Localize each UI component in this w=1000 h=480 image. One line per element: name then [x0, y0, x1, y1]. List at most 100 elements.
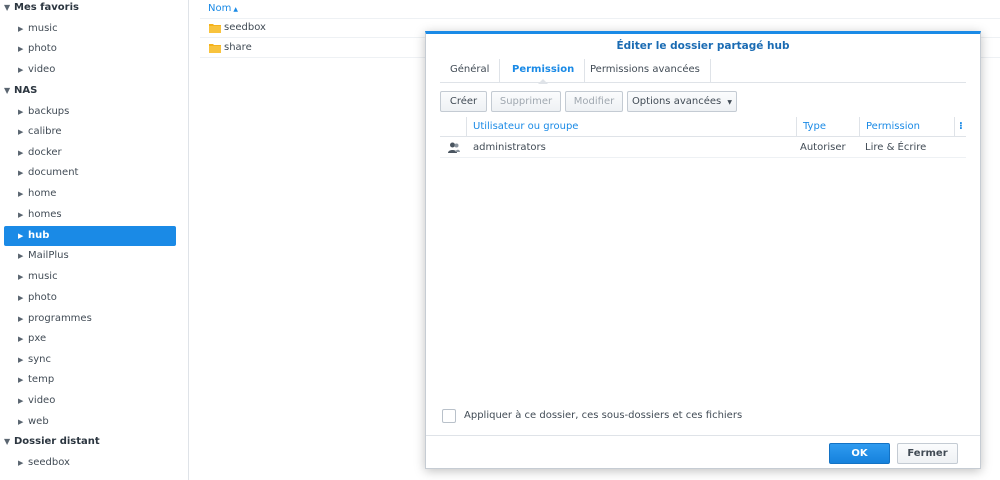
- sidebar-item-remote-seedbox[interactable]: ▶ seedbox: [4, 453, 176, 473]
- edit-shared-folder-dialog: Éditer le dossier partagé hub Général Pe…: [425, 31, 981, 469]
- sidebar-item-label: programmes: [28, 313, 92, 324]
- tab-advanced-permissions[interactable]: Permissions avancées: [580, 59, 711, 83]
- grid-header: Utilisateur ou groupe Type Permission ⁝: [440, 117, 966, 137]
- sidebar-item-temp[interactable]: ▶ temp: [4, 370, 176, 390]
- sidebar-item-hub[interactable]: ▶ hub: [4, 226, 176, 246]
- chevron-down-icon: ▼: [4, 437, 11, 446]
- section-remote-label: Dossier distant: [14, 436, 100, 447]
- chevron-right-icon: ▶: [18, 252, 24, 260]
- sidebar-item-label: document: [28, 167, 79, 178]
- column-header-name[interactable]: Nom ▲: [208, 3, 238, 14]
- sidebar-item-label: sync: [28, 354, 51, 365]
- tab-general[interactable]: Général: [440, 59, 501, 83]
- sidebar-item-label: MailPlus: [28, 250, 69, 261]
- folder-icon: [209, 24, 221, 33]
- advanced-options-button[interactable]: Options avancées ▼: [627, 91, 737, 112]
- table-row[interactable]: administrators Autoriser Lire & Écrire: [440, 137, 966, 158]
- sidebar-item-web[interactable]: ▶ web: [4, 412, 176, 432]
- chevron-right-icon: ▶: [18, 128, 24, 136]
- sidebar-item-label: music: [28, 271, 58, 282]
- group-icon: [448, 142, 460, 153]
- section-nas[interactable]: ▼ NAS: [4, 83, 37, 99]
- create-button[interactable]: Créer: [440, 91, 487, 112]
- chevron-down-icon: ▼: [4, 86, 11, 95]
- section-nas-label: NAS: [14, 85, 38, 96]
- dialog-title: Éditer le dossier partagé hub: [616, 40, 790, 52]
- chevron-right-icon: ▶: [18, 149, 24, 157]
- chevron-right-icon: ▶: [18, 397, 24, 405]
- chevron-right-icon: ▶: [18, 315, 24, 323]
- section-remote[interactable]: ▼ Dossier distant: [4, 434, 100, 450]
- chevron-right-icon: ▶: [18, 232, 24, 240]
- modify-button[interactable]: Modifier: [565, 91, 623, 112]
- tab-permission[interactable]: Permission: [502, 59, 586, 84]
- chevron-right-icon: ▶: [18, 66, 24, 74]
- sidebar-item-label: photo: [28, 292, 57, 303]
- sidebar-item-pxe[interactable]: ▶ pxe: [4, 329, 176, 349]
- file-name: seedbox: [224, 22, 266, 33]
- divider: [426, 435, 980, 436]
- chevron-right-icon: ▶: [18, 459, 24, 467]
- chevron-right-icon: ▶: [18, 418, 24, 426]
- sidebar-item-programmes[interactable]: ▶ programmes: [4, 309, 176, 329]
- sidebar-item-label: music: [28, 23, 58, 34]
- sidebar-item-label: web: [28, 416, 49, 427]
- sidebar-item-fav-photo[interactable]: ▶ photo: [4, 39, 176, 59]
- chevron-right-icon: ▶: [18, 356, 24, 364]
- column-header-type[interactable]: Type: [796, 117, 859, 137]
- sidebar-item-label: video: [28, 64, 56, 75]
- sidebar-item-label: seedbox: [28, 457, 70, 468]
- tab-bar: Général Permission Permissions avancées: [440, 59, 966, 84]
- chevron-right-icon: ▶: [18, 45, 24, 53]
- folder-icon: [209, 44, 221, 53]
- delete-button[interactable]: Supprimer: [491, 91, 561, 112]
- chevron-right-icon: ▶: [18, 25, 24, 33]
- apply-recursive-checkbox[interactable]: [442, 409, 456, 423]
- sidebar-item-mailplus[interactable]: ▶ MailPlus: [4, 246, 176, 266]
- sidebar-item-home[interactable]: ▶ home: [4, 184, 176, 204]
- sidebar-item-music[interactable]: ▶ music: [4, 267, 176, 287]
- advanced-options-label: Options avancées: [631, 96, 722, 107]
- column-menu-icon[interactable]: ⁝: [954, 117, 966, 137]
- section-favorites[interactable]: ▼ Mes favoris: [4, 0, 79, 16]
- cell-user: administrators: [473, 142, 546, 153]
- chevron-right-icon: ▶: [18, 190, 24, 198]
- sidebar-item-docker[interactable]: ▶ docker: [4, 143, 176, 163]
- sidebar-item-fav-video[interactable]: ▶ video: [4, 60, 176, 80]
- sidebar-item-label: photo: [28, 43, 57, 54]
- sidebar-item-label: temp: [28, 374, 55, 385]
- sidebar-item-photo[interactable]: ▶ photo: [4, 288, 176, 308]
- apply-recursive-label: Appliquer à ce dossier, ces sous-dossier…: [464, 410, 743, 421]
- sidebar-item-label: pxe: [28, 333, 47, 344]
- sidebar-item-label: home: [28, 188, 57, 199]
- sidebar-item-calibre[interactable]: ▶ calibre: [4, 122, 176, 142]
- chevron-right-icon: ▶: [18, 273, 24, 281]
- chevron-right-icon: ▶: [18, 335, 24, 343]
- sidebar-item-backups[interactable]: ▶ backups: [4, 102, 176, 122]
- caret-down-icon: ▼: [727, 99, 733, 106]
- sidebar-item-label: backups: [28, 106, 70, 117]
- sidebar-item-label: docker: [28, 147, 62, 158]
- column-header-label: Nom: [208, 3, 232, 14]
- column-header-user[interactable]: Utilisateur ou groupe: [466, 117, 796, 137]
- sidebar-item-label: homes: [28, 209, 62, 220]
- close-button[interactable]: Fermer: [897, 443, 958, 464]
- sidebar: ▼ Mes favoris ▶ music ▶ photo ▶ video ▼ NAS ▶…: [0, 0, 189, 480]
- ok-button[interactable]: OK: [829, 443, 890, 464]
- column-header-permission[interactable]: Permission: [859, 117, 954, 137]
- sidebar-item-homes[interactable]: ▶ homes: [4, 205, 176, 225]
- sidebar-item-fav-music[interactable]: ▶ music: [4, 19, 176, 39]
- cell-type: Autoriser: [800, 142, 846, 153]
- sort-ascending-icon: ▲: [233, 6, 238, 13]
- chevron-right-icon: ▶: [18, 376, 24, 384]
- chevron-right-icon: ▶: [18, 108, 24, 116]
- sidebar-item-video[interactable]: ▶ video: [4, 391, 176, 411]
- section-favorites-label: Mes favoris: [14, 2, 79, 13]
- sidebar-item-document[interactable]: ▶ document: [4, 163, 176, 183]
- sidebar-item-label: calibre: [28, 126, 62, 137]
- sidebar-item-label: video: [28, 395, 56, 406]
- sidebar-item-sync[interactable]: ▶ sync: [4, 350, 176, 370]
- chevron-right-icon: ▶: [18, 169, 24, 177]
- chevron-down-icon: ▼: [4, 3, 11, 12]
- cell-permission: Lire & Écrire: [865, 142, 927, 153]
